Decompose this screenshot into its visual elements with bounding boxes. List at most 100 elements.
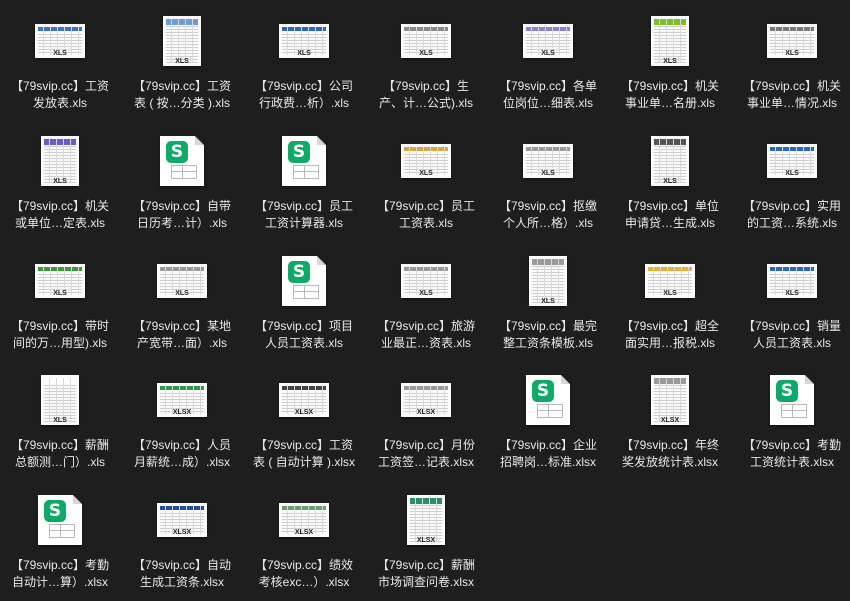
file-item[interactable]: XLS 【79svip.cc】销量 人员工资表.xls [732, 246, 850, 362]
spreadsheet-portrait-thumbnail: XLS [41, 375, 79, 425]
spreadsheet-thumbnail: XLS [401, 24, 451, 58]
file-name: 【79svip.cc】员工 工资表.xls [376, 199, 476, 230]
file-name: 【79svip.cc】自带 日历考…计）.xls [132, 199, 232, 230]
file-item[interactable]: XLS 【79svip.cc】旅游 业最正…资表.xls [366, 246, 486, 362]
file-name: 【79svip.cc】薪酬 市场调查问卷.xlsx [376, 558, 476, 589]
file-item[interactable]: S 【79svip.cc】项目 人员工资表.xls [244, 246, 364, 362]
file-name: 【79svip.cc】工资 表 ( 自动计算 ).xlsx [253, 438, 355, 469]
file-item[interactable]: XLS 【79svip.cc】带时 间的万…用型).xls [0, 246, 120, 362]
file-type-label: XLS [663, 58, 677, 65]
file-name: 【79svip.cc】工资 表 ( 按…分类 ).xls [132, 79, 232, 110]
file-item[interactable]: S 【79svip.cc】考勤 自动计…算）.xlsx [0, 485, 120, 601]
file-item[interactable]: XLS 【79svip.cc】最完 整工资条模板.xls [488, 246, 608, 362]
file-item[interactable]: XLS 【79svip.cc】抠缴 个人所…格）.xls [488, 126, 608, 242]
wps-s-badge: S [532, 380, 554, 402]
spreadsheet-thumbnail: XLS [279, 24, 329, 58]
file-type-label: XLS [53, 50, 67, 57]
file-type-label: XLS [53, 178, 67, 185]
spreadsheet-thumbnail: XLS [157, 264, 207, 298]
file-name: 【79svip.cc】抠缴 个人所…格）.xls [498, 199, 598, 230]
file-item[interactable]: XLS 【79svip.cc】生 产、计…公式).xls [366, 6, 486, 122]
file-item[interactable]: XLS 【79svip.cc】超全 面实用…报税.xls [610, 246, 730, 362]
file-item[interactable]: XLS 【79svip.cc】机关 或单位…定表.xls [0, 126, 120, 242]
file-name: 【79svip.cc】项目 人员工资表.xls [254, 319, 354, 350]
file-name: 【79svip.cc】实用 的工资…系统.xls [742, 199, 842, 230]
spreadsheet-thumbnail: XLS [35, 264, 85, 298]
file-name: 【79svip.cc】各单 位岗位…细表.xls [498, 79, 598, 110]
file-name: 【79svip.cc】自动 生成工资条.xlsx [132, 558, 232, 589]
file-name: 【79svip.cc】薪酬 总额测…门）.xls [10, 438, 110, 469]
spreadsheet-thumbnail: XLS [767, 144, 817, 178]
spreadsheet-thumbnail: XLS [767, 264, 817, 298]
spreadsheet-portrait-thumbnail: XLS [651, 16, 689, 66]
file-item[interactable]: XLS 【79svip.cc】薪酬 总额测…门）.xls [0, 365, 120, 481]
spreadsheet-thumbnail: XLS [35, 24, 85, 58]
spreadsheet-thumbnail: XLS [401, 144, 451, 178]
spreadsheet-thumbnail: XLSX [157, 503, 207, 537]
file-item[interactable]: XLS 【79svip.cc】实用 的工资…系统.xls [732, 126, 850, 242]
file-name: 【79svip.cc】生 产、计…公式).xls [379, 79, 473, 110]
wps-spreadsheet-icon: S [160, 136, 204, 186]
file-name: 【79svip.cc】机关 事业单…情况.xls [742, 79, 842, 110]
file-item[interactable]: XLS 【79svip.cc】某地 产宽带…面）.xls [122, 246, 242, 362]
spreadsheet-portrait-thumbnail: XLS [41, 136, 79, 186]
wps-s-badge: S [288, 141, 310, 163]
file-item[interactable]: XLSX 【79svip.cc】月份 工资签…记表.xlsx [366, 365, 486, 481]
spreadsheet-thumbnail: XLSX [279, 503, 329, 537]
file-name: 【79svip.cc】销量 人员工资表.xls [742, 319, 842, 350]
file-item[interactable]: XLSX 【79svip.cc】工资 表 ( 自动计算 ).xlsx [244, 365, 364, 481]
file-item[interactable]: XLSX 【79svip.cc】人员 月薪统…成）.xlsx [122, 365, 242, 481]
file-type-label: XLS [297, 50, 311, 57]
wps-spreadsheet-icon: S [526, 375, 570, 425]
wps-spreadsheet-icon: S [770, 375, 814, 425]
file-item[interactable]: XLS 【79svip.cc】员工 工资表.xls [366, 126, 486, 242]
file-item[interactable]: XLSX 【79svip.cc】绩效 考核exc…）.xlsx [244, 485, 364, 601]
file-type-label: XLS [419, 50, 433, 57]
wps-s-badge: S [166, 141, 188, 163]
spreadsheet-portrait-thumbnail: XLSX [407, 495, 445, 545]
file-grid: XLS 【79svip.cc】工资 发放表.xls XLS 【79svip.cc】工资… [0, 0, 850, 599]
wps-s-badge: S [44, 500, 66, 522]
file-item[interactable]: XLS 【79svip.cc】公司 行政费…析）.xls [244, 6, 364, 122]
file-type-label: XLS [663, 178, 677, 185]
file-name: 【79svip.cc】绩效 考核exc…）.xlsx [254, 558, 354, 589]
file-type-label: XLS [53, 417, 67, 424]
spreadsheet-thumbnail: XLSX [157, 383, 207, 417]
file-item[interactable]: S 【79svip.cc】企业 招聘岗…标准.xlsx [488, 365, 608, 481]
file-type-label: XLSX [416, 409, 436, 416]
file-name: 【79svip.cc】带时 间的万…用型).xls [10, 319, 110, 350]
spreadsheet-portrait-thumbnail: XLS [163, 16, 201, 66]
file-type-label: XLSX [416, 537, 436, 544]
file-type-label: XLS [175, 58, 189, 65]
file-name: 【79svip.cc】考勤 自动计…算）.xlsx [10, 558, 110, 589]
spreadsheet-thumbnail: XLS [401, 264, 451, 298]
file-type-label: XLS [541, 298, 555, 305]
file-name: 【79svip.cc】年终 奖发放统计表.xlsx [620, 438, 720, 469]
file-item[interactable]: XLS 【79svip.cc】工资 发放表.xls [0, 6, 120, 122]
file-item[interactable]: XLSX 【79svip.cc】自动 生成工资条.xlsx [122, 485, 242, 601]
wps-s-badge: S [288, 261, 310, 283]
file-type-label: XLS [785, 50, 799, 57]
file-item[interactable]: XLS 【79svip.cc】机关 事业单…名册.xls [610, 6, 730, 122]
spreadsheet-thumbnail: XLS [767, 24, 817, 58]
file-item[interactable]: XLS 【79svip.cc】机关 事业单…情况.xls [732, 6, 850, 122]
file-name: 【79svip.cc】人员 月薪统…成）.xlsx [132, 438, 232, 469]
file-item[interactable]: S 【79svip.cc】自带 日历考…计）.xls [122, 126, 242, 242]
file-type-label: XLS [53, 290, 67, 297]
file-item[interactable]: XLSX 【79svip.cc】薪酬 市场调查问卷.xlsx [366, 485, 486, 601]
file-item[interactable]: XLS 【79svip.cc】工资 表 ( 按…分类 ).xls [122, 6, 242, 122]
file-name: 【79svip.cc】员工 工资计算器.xls [254, 199, 354, 230]
file-item[interactable]: S 【79svip.cc】员工 工资计算器.xls [244, 126, 364, 242]
file-item[interactable]: S 【79svip.cc】考勤 工资统计表.xlsx [732, 365, 850, 481]
file-item[interactable]: XLS 【79svip.cc】单位 申请贷…生成.xls [610, 126, 730, 242]
file-type-label: XLS [541, 50, 555, 57]
file-name: 【79svip.cc】机关 或单位…定表.xls [10, 199, 110, 230]
file-name: 【79svip.cc】工资 发放表.xls [10, 79, 110, 110]
wps-spreadsheet-icon: S [282, 136, 326, 186]
spreadsheet-portrait-thumbnail: XLSX [651, 375, 689, 425]
file-name: 【79svip.cc】企业 招聘岗…标准.xlsx [498, 438, 598, 469]
file-name: 【79svip.cc】考勤 工资统计表.xlsx [742, 438, 842, 469]
file-type-label: XLSX [172, 409, 192, 416]
file-item[interactable]: XLSX 【79svip.cc】年终 奖发放统计表.xlsx [610, 365, 730, 481]
file-item[interactable]: XLS 【79svip.cc】各单 位岗位…细表.xls [488, 6, 608, 122]
